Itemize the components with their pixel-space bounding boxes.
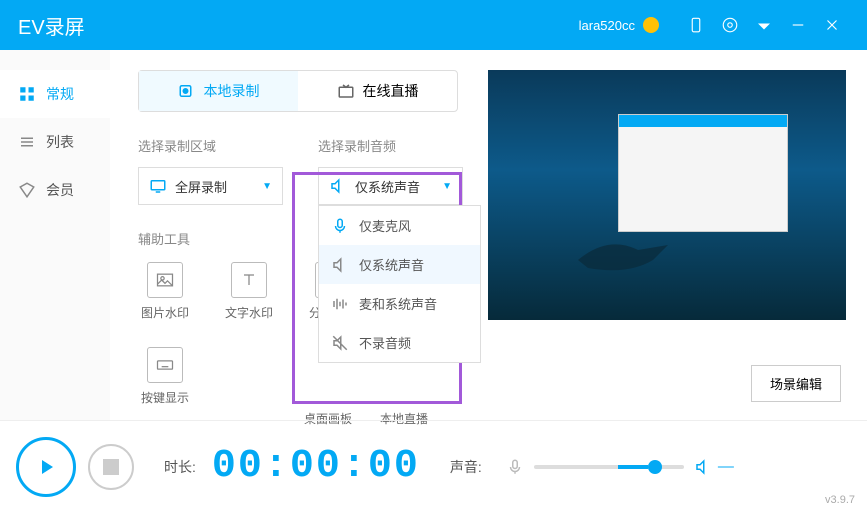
timer-display: 00:00:00 <box>212 444 420 489</box>
mic-icon[interactable] <box>506 458 524 476</box>
chevron-down-icon: ▼ <box>442 181 452 192</box>
settings-icon[interactable] <box>721 16 739 34</box>
duration-label: 时长: <box>164 457 196 477</box>
sidebar-item-general[interactable]: 常规 <box>0 70 110 118</box>
stop-button[interactable] <box>88 444 134 490</box>
area-label: 选择录制区域 <box>138 136 298 155</box>
sidebar-item-vip[interactable]: 会员 <box>0 166 110 214</box>
tool-keypress-display[interactable]: 按键显示 <box>138 347 192 406</box>
audio-label: 选择录制音频 <box>318 136 478 155</box>
sidebar-item-label: 常规 <box>46 84 74 104</box>
tool-text-watermark[interactable]: 文字水印 <box>222 262 276 321</box>
audio-option-system[interactable]: 仅系统声音 <box>319 245 480 284</box>
coin-icon[interactable] <box>643 17 659 33</box>
sidebar-item-label: 会员 <box>46 180 74 200</box>
wifi-icon[interactable] <box>755 16 773 34</box>
close-icon[interactable] <box>823 16 841 34</box>
audio-select[interactable]: 仅系统声音 ▼ 仅麦克风 仅系统声音 <box>318 167 463 205</box>
record-button[interactable] <box>16 437 76 497</box>
scene-edit-button[interactable]: 场景编辑 <box>751 365 841 402</box>
audio-option-both[interactable]: 麦和系统声音 <box>319 284 480 323</box>
minimize-icon[interactable] <box>789 16 807 34</box>
speaker-icon[interactable] <box>694 458 712 476</box>
area-select[interactable]: 全屏录制 ▼ <box>138 167 283 205</box>
audio-dropdown: 仅麦克风 仅系统声音 麦和系统声音 <box>318 205 481 363</box>
tool-image-watermark[interactable]: 图片水印 <box>138 262 192 321</box>
sound-slider[interactable] <box>534 465 684 469</box>
chevron-down-icon: ▼ <box>262 181 272 192</box>
sidebar-item-label: 列表 <box>46 132 74 152</box>
tab-local-record[interactable]: 本地录制 <box>139 71 298 111</box>
sidebar-item-list[interactable]: 列表 <box>0 118 110 166</box>
version-label: v3.9.7 <box>825 494 855 506</box>
tab-live-stream[interactable]: 在线直播 <box>298 71 457 111</box>
app-title: EV录屏 <box>18 11 579 40</box>
username[interactable]: lara520cc <box>579 18 635 33</box>
audio-option-mic[interactable]: 仅麦克风 <box>319 206 480 245</box>
sound-label: 声音: <box>450 457 482 477</box>
audio-option-none[interactable]: 不录音频 <box>319 323 480 362</box>
phone-icon[interactable] <box>687 16 705 34</box>
preview-area <box>488 70 846 320</box>
